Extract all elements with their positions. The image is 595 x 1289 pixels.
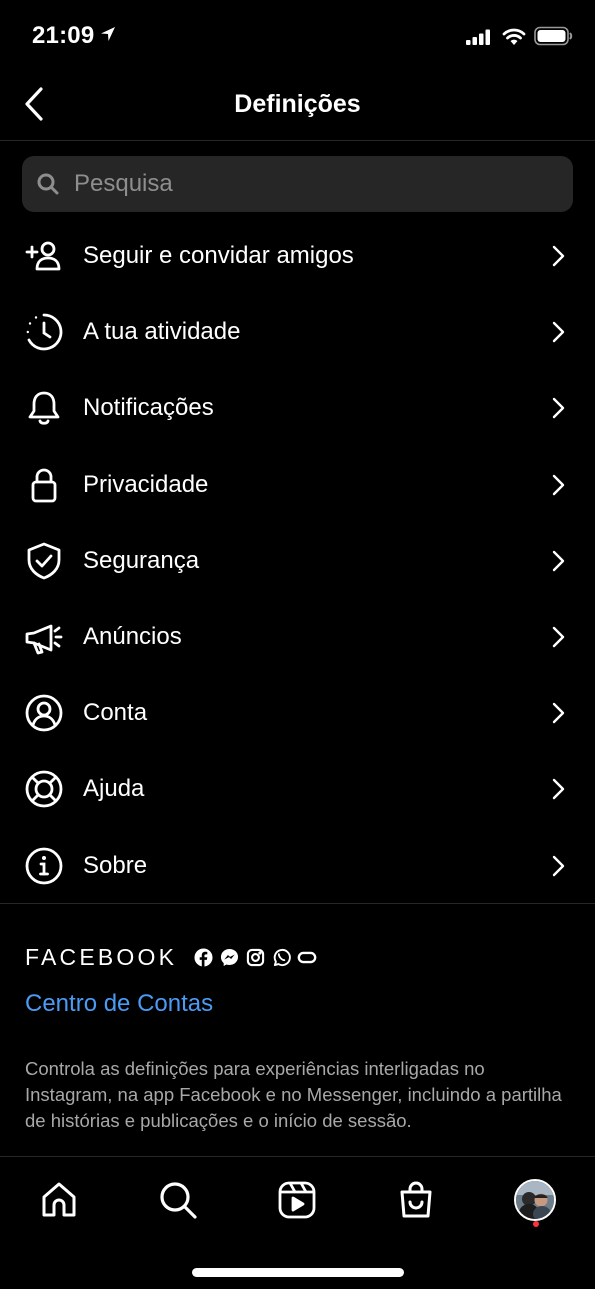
- instagram-icon: [245, 947, 265, 967]
- accounts-center-link[interactable]: Centro de Contas: [25, 990, 213, 1018]
- chevron-right-icon: [552, 703, 565, 724]
- search-input[interactable]: [72, 169, 573, 199]
- tab-home[interactable]: [34, 1175, 84, 1225]
- signal-icon: [466, 29, 492, 50]
- settings-item-help[interactable]: Ajuda: [0, 751, 595, 827]
- chevron-right-icon: [552, 322, 565, 343]
- status-bar: 21:09: [0, 0, 595, 70]
- bell-icon: [24, 388, 64, 428]
- activity-clock-icon: [24, 312, 64, 352]
- home-icon: [42, 1182, 76, 1217]
- facebook-icon: [193, 947, 213, 967]
- messenger-icon: [219, 947, 239, 967]
- tab-reels[interactable]: [272, 1175, 322, 1225]
- search-icon: [36, 171, 62, 197]
- lifebuoy-icon: [24, 769, 64, 809]
- info-icon: [24, 846, 64, 886]
- location-arrow-icon: [100, 26, 116, 47]
- chevron-right-icon: [552, 245, 565, 267]
- settings-item-security[interactable]: Segurança: [0, 523, 595, 599]
- tab-search[interactable]: [153, 1175, 203, 1225]
- whatsapp-icon: [271, 947, 291, 967]
- chevron-right-icon: [552, 626, 565, 648]
- settings-item-label: Privacidade: [83, 470, 209, 498]
- shop-icon: [400, 1181, 432, 1218]
- home-indicator: [192, 1268, 404, 1277]
- settings-item-about[interactable]: Sobre: [0, 828, 595, 904]
- lock-icon: [24, 465, 64, 505]
- profile-notification-dot: [533, 1221, 539, 1227]
- settings-item-label: Seguir e convidar amigos: [83, 242, 354, 270]
- portal-icon: [297, 947, 317, 967]
- account-circle-icon: [24, 693, 64, 733]
- wifi-icon: [502, 26, 526, 51]
- meta-apps-icons: [193, 947, 317, 967]
- tab-profile[interactable]: [510, 1175, 560, 1225]
- chevron-right-icon: [552, 398, 565, 419]
- chevron-right-icon: [552, 855, 565, 876]
- chevron-right-icon: [552, 550, 565, 572]
- accounts-center-description: Controla as definições para experiências…: [25, 1058, 562, 1131]
- add-person-icon: [24, 236, 64, 276]
- settings-item-label: Ajuda: [83, 775, 145, 803]
- settings-item-label: Anúncios: [83, 623, 182, 651]
- battery-icon: [534, 26, 574, 51]
- settings-item-label: Segurança: [83, 546, 200, 574]
- chevron-right-icon: [552, 474, 565, 495]
- settings-item-follow-invite[interactable]: Seguir e convidar amigos: [0, 218, 595, 294]
- reels-icon: [278, 1181, 316, 1219]
- settings-item-label: Notificações: [83, 394, 214, 422]
- settings-item-privacy[interactable]: Privacidade: [0, 447, 595, 523]
- tab-shop[interactable]: [391, 1175, 441, 1225]
- facebook-wordmark: FACEBOOK: [25, 943, 178, 970]
- status-time: 21:09: [32, 22, 95, 49]
- search-icon: [160, 1182, 197, 1219]
- settings-item-account[interactable]: Conta: [0, 675, 595, 751]
- page-title: Definições: [234, 90, 361, 118]
- settings-item-notifications[interactable]: Notificações: [0, 370, 595, 446]
- settings-item-label: A tua atividade: [83, 318, 241, 346]
- settings-item-label: Sobre: [83, 851, 148, 879]
- settings-item-label: Conta: [83, 699, 148, 727]
- profile-avatar: [514, 1179, 556, 1221]
- search-bar[interactable]: [22, 156, 573, 212]
- shield-check-icon: [24, 541, 64, 581]
- settings-item-activity[interactable]: A tua atividade: [0, 294, 595, 370]
- settings-list: Seguir e convidar amigos A tua atividade…: [0, 218, 595, 904]
- facebook-heading: FACEBOOK: [25, 944, 317, 970]
- settings-item-ads[interactable]: Anúncios: [0, 599, 595, 675]
- nav-header: Definições: [0, 70, 595, 141]
- megaphone-icon: [24, 617, 64, 657]
- chevron-right-icon: [552, 779, 565, 800]
- section-divider: [0, 903, 595, 904]
